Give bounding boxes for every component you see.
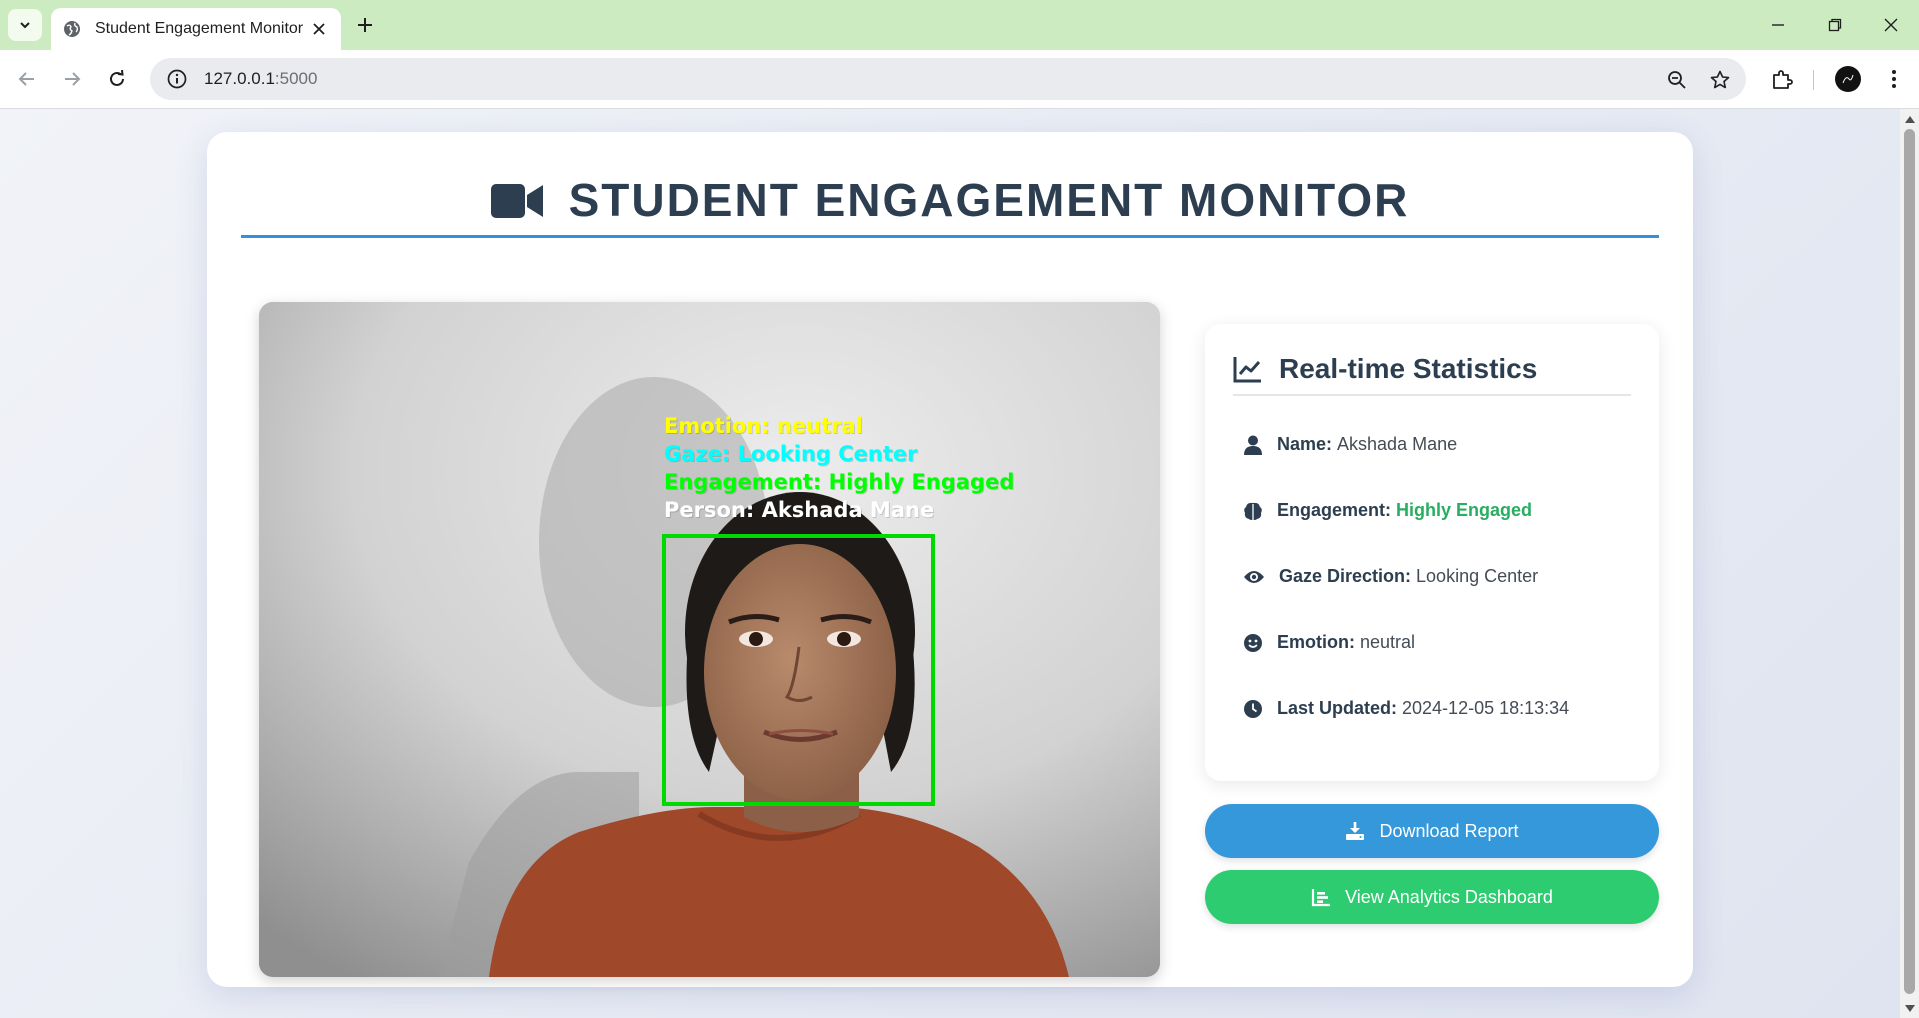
smile-icon <box>1243 633 1263 653</box>
address-bar[interactable]: 127.0.0.1:5000 <box>150 58 1746 100</box>
download-report-button[interactable]: Download Report <box>1205 804 1659 858</box>
scrollbar-thumb[interactable] <box>1904 129 1915 994</box>
stat-name-label: Name: <box>1277 434 1333 454</box>
eye-icon <box>1243 567 1265 587</box>
bar-chart-icon <box>1311 887 1331 907</box>
stat-gaze: Gaze Direction: Looking Center <box>1243 566 1538 587</box>
scroll-up-arrow-icon[interactable] <box>1900 111 1919 127</box>
browser-menu-button[interactable] <box>1877 62 1911 96</box>
extensions-button[interactable] <box>1765 62 1799 96</box>
plus-icon <box>358 18 372 32</box>
puzzle-icon <box>1773 70 1793 89</box>
page-title: STUDENT ENGAGEMENT MONITOR <box>568 174 1410 226</box>
reload-icon <box>110 70 124 86</box>
download-icon <box>1345 821 1365 841</box>
browser-tab-active[interactable]: Student Engagement Monitor <box>51 8 341 50</box>
toolbar-separator <box>1813 70 1814 90</box>
stat-emotion: Emotion: neutral <box>1243 632 1415 653</box>
zoom-icon[interactable] <box>1664 67 1690 93</box>
minimize-icon <box>1772 24 1784 26</box>
stats-panel: Real-time Statistics Name: Akshada Mane … <box>1205 324 1659 781</box>
minimize-button[interactable] <box>1758 10 1798 40</box>
face-detection-box <box>662 534 935 806</box>
arrow-left-icon <box>18 72 34 86</box>
stat-engagement-value: Highly Engaged <box>1396 500 1533 520</box>
kebab-menu-icon <box>1892 70 1896 88</box>
overlay-person: Person: Akshada Mane <box>664 498 935 522</box>
overlay-engagement: Engagement: Highly Engaged <box>664 470 1015 494</box>
overlay-emotion: Emotion: neutral <box>664 414 863 438</box>
restore-icon <box>1828 18 1842 32</box>
clock-icon <box>1243 699 1263 719</box>
stat-gaze-value: Looking Center <box>1416 566 1539 586</box>
view-analytics-button[interactable]: View Analytics Dashboard <box>1205 870 1659 924</box>
bookmark-star-icon[interactable] <box>1707 67 1733 93</box>
browser-tab-strip: Student Engagement Monitor <box>0 0 1919 50</box>
stat-emotion-value: neutral <box>1360 632 1416 652</box>
video-camera-icon <box>490 184 543 218</box>
stat-updated-value: 2024-12-05 18:13:34 <box>1402 698 1570 718</box>
arrow-right-icon <box>65 72 81 86</box>
line-chart-icon <box>1233 357 1261 383</box>
video-feed: Emotion: neutral Gaze: Looking Center En… <box>259 302 1160 977</box>
stat-name: Name: Akshada Mane <box>1243 434 1457 455</box>
close-icon <box>1884 18 1898 32</box>
back-button[interactable] <box>10 62 44 96</box>
stat-last-updated: Last Updated: 2024-12-05 18:13:34 <box>1243 698 1569 719</box>
stat-updated-label: Last Updated: <box>1277 698 1398 718</box>
avatar <box>1835 66 1861 92</box>
chevron-down-icon <box>20 22 30 29</box>
stat-gaze-label: Gaze Direction: <box>1279 566 1412 586</box>
forward-button[interactable] <box>55 62 89 96</box>
page-header: STUDENT ENGAGEMENT MONITOR <box>241 172 1659 238</box>
site-info-icon[interactable] <box>166 68 188 90</box>
overlay-gaze: Gaze: Looking Center <box>664 442 918 466</box>
browser-toolbar: 127.0.0.1:5000 <box>0 50 1919 109</box>
globe-icon <box>63 20 81 38</box>
page-scrollbar[interactable] <box>1900 109 1919 1018</box>
user-icon <box>1243 435 1263 455</box>
tab-title: Student Engagement Monitor <box>95 20 304 37</box>
url-port: :5000 <box>274 69 318 88</box>
stat-name-value: Akshada Mane <box>1337 434 1458 454</box>
page-viewport: STUDENT ENGAGEMENT MONITOR Emotion: neut… <box>0 109 1900 1018</box>
brain-icon <box>1243 501 1263 521</box>
new-tab-button[interactable] <box>350 10 380 40</box>
tab-close-icon[interactable] <box>309 19 329 39</box>
stat-engagement-label: Engagement: <box>1277 500 1392 520</box>
tab-search-button[interactable] <box>8 9 42 41</box>
stats-title: Real-time Statistics <box>1279 353 1538 384</box>
stats-header: Real-time Statistics <box>1233 352 1631 396</box>
main-card: STUDENT ENGAGEMENT MONITOR Emotion: neut… <box>207 132 1693 987</box>
url-text: 127.0.0.1:5000 <box>204 69 317 89</box>
close-window-button[interactable] <box>1871 10 1911 40</box>
profile-button[interactable] <box>1831 62 1865 96</box>
download-report-label: Download Report <box>1379 820 1519 841</box>
view-analytics-label: View Analytics Dashboard <box>1345 886 1553 907</box>
reload-button[interactable] <box>100 62 134 96</box>
stat-emotion-label: Emotion: <box>1277 632 1355 652</box>
stat-engagement: Engagement: Highly Engaged <box>1243 500 1532 521</box>
url-host: 127.0.0.1 <box>204 69 275 88</box>
restore-button[interactable] <box>1815 10 1855 40</box>
scroll-down-arrow-icon[interactable] <box>1900 1000 1919 1016</box>
